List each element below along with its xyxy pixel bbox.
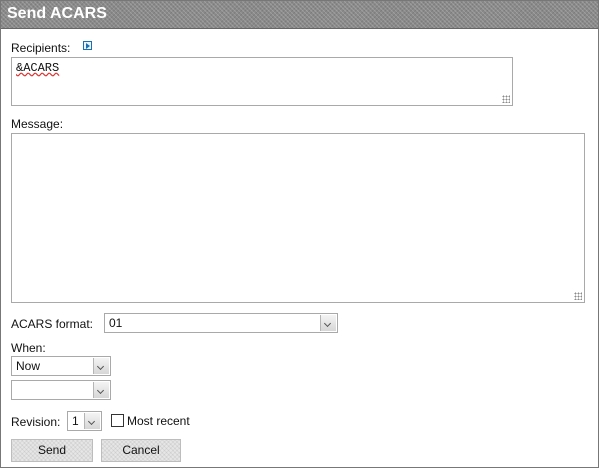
resize-grip-icon[interactable]	[574, 292, 582, 300]
dialog-title-bar[interactable]: Send ACARS	[1, 1, 598, 29]
when-secondary-select[interactable]	[11, 380, 111, 400]
dialog-title: Send ACARS	[7, 5, 107, 22]
expand-icon[interactable]	[83, 41, 92, 50]
acars-format-label: ACARS format:	[11, 317, 94, 331]
when-select[interactable]: Now	[11, 356, 111, 376]
chevron-down-icon[interactable]	[320, 315, 336, 331]
chevron-down-icon[interactable]	[84, 413, 100, 429]
recipients-value: &ACARS	[16, 61, 60, 75]
recipients-label: Recipients:	[11, 41, 71, 55]
recipients-input[interactable]: &ACARS	[11, 57, 513, 106]
acars-format-select[interactable]: 01	[104, 313, 338, 333]
revision-select[interactable]: 1	[67, 411, 102, 431]
most-recent-checkbox[interactable]	[111, 414, 124, 427]
most-recent-label: Most recent	[127, 414, 190, 428]
send-acars-dialog: Send ACARS Recipients: &ACARS Message: A…	[0, 0, 599, 468]
send-button[interactable]: Send	[11, 439, 93, 462]
message-input[interactable]	[11, 133, 585, 303]
revision-label: Revision:	[11, 415, 61, 429]
when-value: Now	[16, 359, 41, 373]
revision-value: 1	[72, 414, 79, 428]
resize-grip-icon[interactable]	[502, 95, 510, 103]
acars-format-value: 01	[109, 316, 123, 330]
chevron-down-icon[interactable]	[93, 358, 109, 374]
chevron-down-icon[interactable]	[93, 382, 109, 398]
message-label: Message:	[11, 117, 64, 131]
cancel-button[interactable]: Cancel	[101, 439, 181, 462]
when-label: When:	[11, 341, 46, 355]
